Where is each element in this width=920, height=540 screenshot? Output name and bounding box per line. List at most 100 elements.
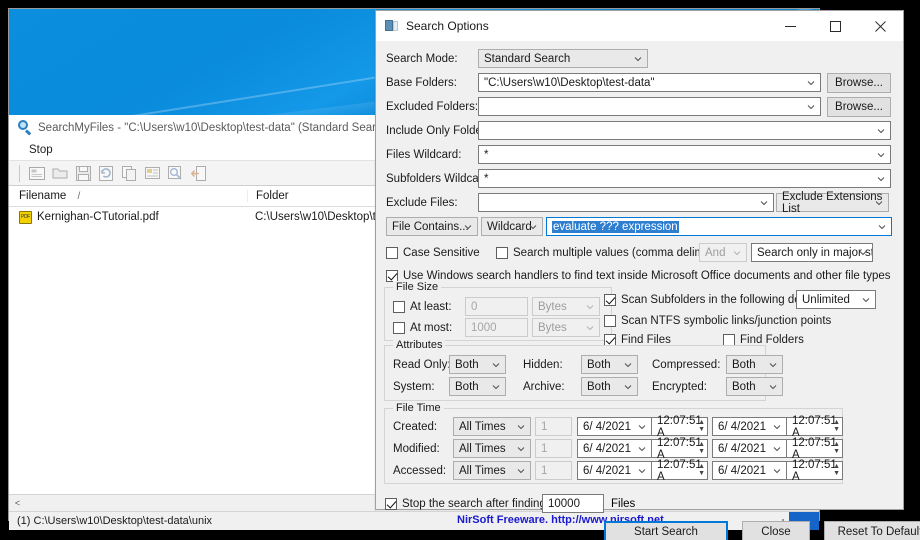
created-mode-dropdown[interactable]: All Times <box>453 417 531 436</box>
properties-icon[interactable] <box>142 163 162 183</box>
modified-amount-input[interactable]: 1 <box>535 439 572 458</box>
checkbox-box <box>393 321 405 334</box>
open-folder-icon[interactable] <box>50 163 70 183</box>
compressed-dropdown[interactable]: Both <box>726 355 783 374</box>
include-only-folders-input[interactable] <box>478 121 891 140</box>
read-only-dropdown[interactable]: Both <box>449 355 506 374</box>
system-dropdown[interactable]: Both <box>449 377 506 396</box>
start-search-button[interactable]: Start Search <box>604 521 728 540</box>
accessed-mode-dropdown[interactable]: All Times <box>453 461 531 480</box>
spinner-up-down-icon[interactable]: ▲ ▼ <box>833 419 840 433</box>
encrypted-dropdown[interactable]: Both <box>726 377 783 396</box>
modified-date-from[interactable]: 6/ 4/2021 <box>577 439 652 458</box>
spinner-up-down-icon[interactable]: ▲ ▼ <box>833 463 840 477</box>
scroll-left-arrow-icon[interactable]: < <box>9 495 26 511</box>
size-at-most-unit-dropdown[interactable]: Bytes <box>532 318 600 337</box>
files-wildcard-input[interactable]: * <box>478 145 891 164</box>
search-mode-dropdown[interactable]: Standard Search <box>478 49 648 68</box>
minimize-icon[interactable] <box>768 11 813 41</box>
browse-excluded-folders-button[interactable]: Browse... <box>827 96 891 117</box>
copy-icon[interactable] <box>119 163 139 183</box>
and-operator-dropdown[interactable]: And <box>699 243 747 262</box>
spinner-up-down-icon[interactable]: ▲ ▼ <box>698 419 705 433</box>
modified-time-from[interactable]: 12:07:51 A ▲ ▼ <box>652 437 708 461</box>
excluded-folders-input[interactable] <box>478 97 821 116</box>
created-amount-input[interactable]: 1 <box>535 417 572 436</box>
checkbox-scan-subfolders[interactable]: Scan Subfolders in the following depth: <box>604 293 820 306</box>
new-search-icon[interactable] <box>27 163 47 183</box>
compressed-value: Both <box>732 358 756 371</box>
checkbox-search-multiple-values[interactable]: Search multiple values (comma delimited) <box>496 246 726 259</box>
checkbox-stop-after-finding[interactable]: Stop the search after finding... <box>385 497 555 510</box>
close-icon[interactable] <box>858 11 903 41</box>
dialog-titlebar[interactable]: Search Options <box>376 11 903 41</box>
file-size-group: File Size At least: 0 Bytes At most: 100… <box>384 281 612 341</box>
hidden-value: Both <box>587 358 611 371</box>
stop-after-count-input[interactable]: 10000 <box>542 494 604 513</box>
maximize-icon[interactable] <box>813 11 858 41</box>
spinner-up-down-icon[interactable]: ▲ ▼ <box>833 441 840 455</box>
modified-time-to[interactable]: 12:07:51 A ▲ ▼ <box>787 437 843 461</box>
spinner-up-down-icon[interactable]: ▲ ▼ <box>698 463 705 477</box>
file-contains-mode-dropdown[interactable]: File Contains... <box>386 217 478 236</box>
created-mode-value: All Times <box>459 420 506 433</box>
checkbox-use-windows-search-handlers[interactable]: Use Windows search handlers to find text… <box>386 269 891 282</box>
checkbox-scan-ntfs-links[interactable]: Scan NTFS symbolic links/junction points <box>604 315 894 327</box>
reset-to-default-button[interactable]: Reset To Default <box>824 521 920 540</box>
modified-mode-value: All Times <box>459 442 506 455</box>
column-header-filename[interactable]: Filename / <box>9 190 247 202</box>
file-time-row-accessed: Accessed: All Times 1 6/ 4/2021 12:07:51… <box>393 459 843 483</box>
archive-dropdown[interactable]: Both <box>581 377 638 396</box>
exclude-files-input[interactable] <box>478 193 774 212</box>
modified-date-to[interactable]: 6/ 4/2021 <box>712 439 787 458</box>
created-date-from[interactable]: 6/ 4/2021 <box>577 417 652 436</box>
toolbar-separator <box>19 164 20 182</box>
created-date-to[interactable]: 6/ 4/2021 <box>712 417 787 436</box>
match-type-dropdown[interactable]: Wildcard <box>481 217 543 236</box>
dialog-title: Search Options <box>406 19 489 33</box>
base-folders-input[interactable]: "C:\Users\w10\Desktop\test-data" <box>478 73 821 92</box>
chevron-down-icon <box>529 224 537 229</box>
close-button[interactable]: Close <box>742 521 810 540</box>
checkbox-box <box>496 246 508 259</box>
scan-depth-dropdown[interactable]: Unlimited <box>796 290 876 309</box>
accessed-date-from[interactable]: 6/ 4/2021 <box>577 461 652 480</box>
checkbox-size-at-most[interactable]: At most: <box>393 321 465 334</box>
stream-scope-dropdown[interactable]: Search only in major stre <box>751 243 873 262</box>
screen: SearchMyFiles - "C:\Users\w10\Desktop\te… <box>0 0 920 540</box>
spinner-up-down-icon[interactable]: ▲ ▼ <box>698 441 705 455</box>
search-text-input[interactable]: evaluate ??? expression <box>546 217 892 236</box>
chevron-down-icon <box>773 446 781 451</box>
file-time-group-title: File Time <box>393 402 444 414</box>
row-search-modifiers: Case Sensitive Search multiple values (c… <box>386 243 893 262</box>
checkbox-case-sensitive[interactable]: Case Sensitive <box>386 246 496 259</box>
size-at-least-input[interactable]: 0 <box>465 297 528 316</box>
checkbox-size-at-least[interactable]: At least: <box>393 300 465 313</box>
chevron-down-icon <box>877 128 885 133</box>
chevron-down-icon <box>878 224 886 229</box>
accessed-time-to[interactable]: 12:07:51 A ▲ ▼ <box>787 459 843 483</box>
subfolders-wildcard-input[interactable]: * <box>478 169 891 188</box>
modified-mode-dropdown[interactable]: All Times <box>453 439 531 458</box>
hidden-dropdown[interactable]: Both <box>581 355 638 374</box>
created-time-to[interactable]: 12:07:51 A ▲ ▼ <box>787 415 843 439</box>
chevron-down-icon <box>624 384 632 389</box>
exclude-extensions-list-dropdown[interactable]: Exclude Extensions List <box>776 191 889 215</box>
file-time-row-created: Created: All Times 1 6/ 4/2021 12:07:51 … <box>393 415 843 439</box>
menu-item-stop[interactable]: Stop <box>25 144 57 156</box>
size-at-least-unit-dropdown[interactable]: Bytes <box>532 297 600 316</box>
chevron-down-icon <box>733 250 741 255</box>
created-time-from[interactable]: 12:07:51 A ▲ ▼ <box>652 415 708 439</box>
exit-icon[interactable] <box>188 163 208 183</box>
accessed-date-to[interactable]: 6/ 4/2021 <box>712 461 787 480</box>
read-only-value: Both <box>455 358 479 371</box>
size-at-most-input[interactable]: 1000 <box>465 318 528 337</box>
chevron-down-icon <box>760 200 768 205</box>
accessed-amount-input[interactable]: 1 <box>535 461 572 480</box>
checkbox-use-windows-search-handlers-label: Use Windows search handlers to find text… <box>403 269 891 282</box>
refresh-icon[interactable] <box>96 163 116 183</box>
find-icon[interactable] <box>165 163 185 183</box>
accessed-time-from[interactable]: 12:07:51 A ▲ ▼ <box>652 459 708 483</box>
save-icon[interactable] <box>73 163 93 183</box>
browse-base-folders-button[interactable]: Browse... <box>827 72 891 93</box>
